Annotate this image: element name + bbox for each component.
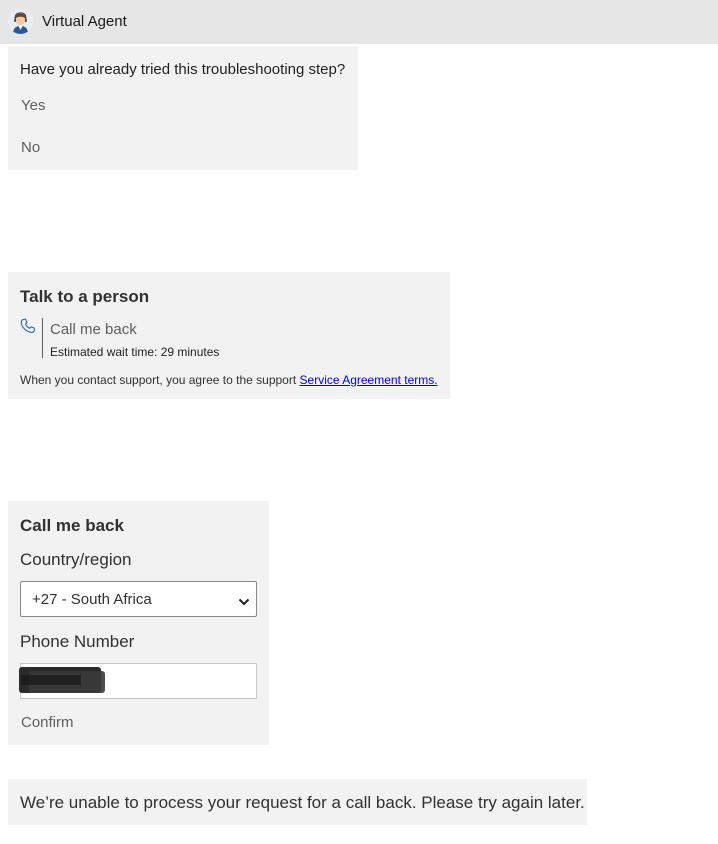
call-me-back-option[interactable]: Call me back (50, 321, 137, 338)
phone-icon (20, 318, 36, 334)
country-region-value: +27 - South Africa (32, 591, 152, 608)
phone-number-input[interactable] (19, 663, 257, 699)
talk-card-title: Talk to a person (20, 287, 150, 306)
agreement-text: When you contact support, you agree to t… (20, 373, 300, 387)
agreement-notice: When you contact support, you agree to t… (20, 373, 438, 387)
option-divider (42, 318, 43, 358)
service-agreement-link[interactable]: Service Agreement terms. (300, 373, 438, 387)
yes-choice-button[interactable]: Yes (21, 97, 45, 114)
talk-to-person-card: Talk to a person Call me back Estimated … (8, 272, 450, 399)
phone-number-label: Phone Number (20, 632, 135, 651)
estimated-wait-time: Estimated wait time: 29 minutes (50, 345, 220, 359)
error-message: We’re unable to process your request for… (20, 793, 585, 812)
troubleshoot-question: Have you already tried this troubleshoot… (20, 61, 346, 78)
troubleshoot-card: Have you already tried this troubleshoot… (8, 46, 358, 170)
app-header: Virtual Agent (0, 0, 718, 44)
no-choice-button[interactable]: No (21, 139, 40, 156)
callback-form-card: Call me back Country/region +27 - South … (8, 501, 269, 745)
error-card: We’re unable to process your request for… (8, 779, 587, 825)
header-title: Virtual Agent (42, 13, 127, 30)
agent-avatar-icon (8, 9, 33, 34)
confirm-button[interactable]: Confirm (21, 714, 74, 731)
callback-form-title: Call me back (20, 516, 124, 535)
country-region-label: Country/region (20, 550, 132, 569)
redaction-mark (19, 667, 105, 693)
chevron-down-icon (238, 594, 250, 606)
country-region-select[interactable]: +27 - South Africa (20, 581, 257, 617)
